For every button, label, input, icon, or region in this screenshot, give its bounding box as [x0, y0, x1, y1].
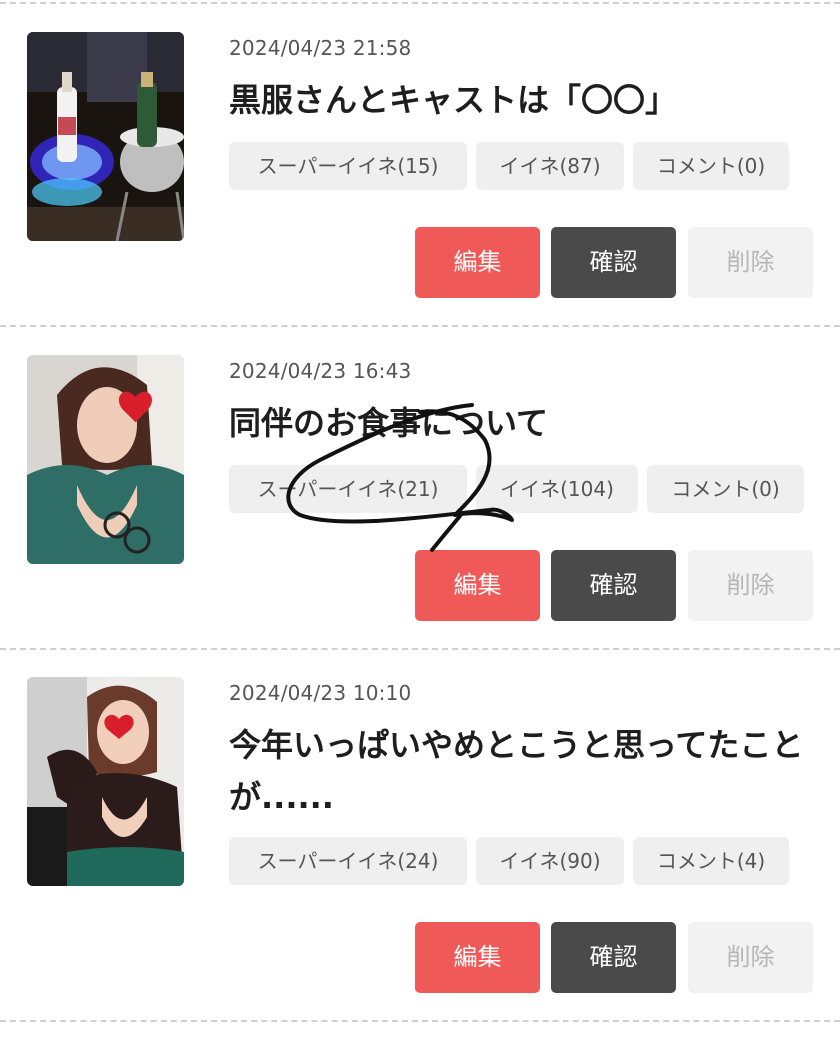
- super-like-count: スーパーイイネ(24): [229, 837, 467, 885]
- post-date: 2024/04/23 10:10: [229, 681, 412, 705]
- confirm-button[interactable]: 確認: [551, 922, 676, 993]
- portrait-photo: [27, 677, 184, 886]
- post-item: 2024/04/23 10:10 今年いっぱいやめとこうと思ってたことが....…: [0, 0, 840, 1020]
- separator-bottom: [0, 1020, 840, 1022]
- comment-count: コメント(4): [633, 837, 789, 885]
- post-title[interactable]: 今年いっぱいやめとこうと思ってたことが......: [229, 719, 819, 823]
- edit-button[interactable]: 編集: [415, 922, 540, 993]
- post-thumbnail[interactable]: [27, 677, 184, 886]
- like-count: イイネ(90): [476, 837, 624, 885]
- delete-button[interactable]: 削除: [688, 922, 813, 993]
